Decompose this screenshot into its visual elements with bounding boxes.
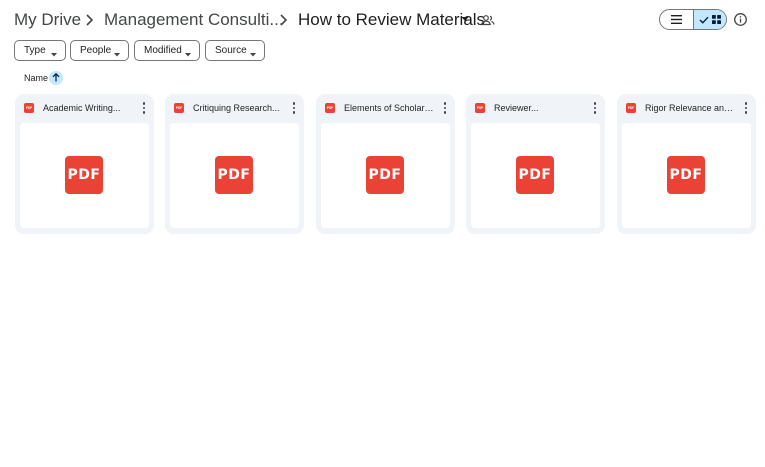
arrow-drop-down-icon — [185, 49, 191, 57]
pdf-icon: PDF — [24, 103, 34, 113]
arrow-drop-down-icon — [114, 49, 120, 57]
pdf-icon: PDF — [325, 103, 335, 113]
pdf-thumbnail-icon: PDF — [215, 156, 253, 194]
file-card-header: PDF Academic Writing... — [15, 94, 154, 122]
file-name: Elements of Scholarl... — [344, 103, 434, 113]
more-vert-icon[interactable] — [744, 102, 748, 114]
pdf-thumbnail-icon: PDF — [516, 156, 554, 194]
pdf-thumbnail-icon: PDF — [65, 156, 103, 194]
chip-label: People — [80, 45, 112, 56]
file-card-header: PDF Critiquing Research... — [165, 94, 304, 122]
file-card[interactable]: PDF Academic Writing... PDF — [15, 94, 154, 234]
filter-people-chip[interactable]: People — [70, 40, 129, 61]
more-vert-icon[interactable] — [593, 102, 597, 114]
file-card[interactable]: PDF Critiquing Research... PDF — [165, 94, 304, 234]
file-thumbnail: PDF — [622, 123, 751, 228]
file-name: Critiquing Research... — [193, 103, 280, 113]
file-name: Academic Writing... — [43, 103, 121, 113]
file-card-header: PDF Elements of Scholarl... — [316, 94, 455, 122]
pdf-icon: PDF — [626, 103, 636, 113]
file-name: Reviewer... — [494, 103, 539, 113]
filter-modified-chip[interactable]: Modified — [134, 40, 200, 61]
file-thumbnail: PDF — [20, 123, 149, 228]
grid-view-icon — [711, 11, 721, 29]
file-card[interactable]: PDF Reviewer... PDF — [466, 94, 605, 234]
breadcrumb-current-folder[interactable]: How to Review Materials — [298, 9, 485, 31]
people-icon — [480, 12, 496, 28]
grid-view-button[interactable] — [692, 10, 726, 29]
arrow-upward-icon — [52, 69, 60, 87]
file-card-header: PDF Rigor Relevance and... — [617, 94, 756, 122]
more-vert-icon[interactable] — [443, 102, 447, 114]
file-thumbnail: PDF — [321, 123, 450, 228]
arrow-drop-down-icon[interactable] — [460, 14, 470, 24]
pdf-thumbnail-icon: PDF — [667, 156, 705, 194]
chip-label: Source — [215, 45, 247, 56]
arrow-drop-down-icon — [250, 49, 256, 57]
info-icon[interactable] — [733, 12, 748, 27]
pdf-icon: PDF — [174, 103, 184, 113]
breadcrumb-my-drive[interactable]: My Drive — [14, 9, 81, 31]
more-vert-icon[interactable] — [142, 102, 146, 114]
file-card-header: PDF Reviewer... — [466, 94, 605, 122]
check-icon — [699, 11, 709, 29]
file-thumbnail: PDF — [471, 123, 600, 228]
breadcrumb: My Drive Management Consulti... How to R… — [0, 0, 765, 40]
pdf-thumbnail-icon: PDF — [366, 156, 404, 194]
chip-label: Modified — [144, 45, 182, 56]
sort-direction-button[interactable] — [49, 71, 63, 85]
view-toggle — [659, 9, 727, 30]
file-thumbnail: PDF — [170, 123, 299, 228]
list-view-icon — [670, 11, 682, 29]
file-card[interactable]: PDF Rigor Relevance and... PDF — [617, 94, 756, 234]
filter-type-chip[interactable]: Type — [14, 40, 66, 61]
chip-label: Type — [24, 45, 46, 56]
arrow-drop-down-icon — [51, 49, 57, 57]
sort-by-name-label[interactable]: Name — [24, 73, 48, 83]
list-view-button[interactable] — [660, 10, 693, 29]
pdf-icon: PDF — [475, 103, 485, 113]
breadcrumb-management-consulting[interactable]: Management Consulti... — [104, 9, 284, 31]
file-name: Rigor Relevance and... — [645, 103, 735, 113]
chevron-right-icon — [82, 11, 96, 29]
chevron-right-icon — [276, 11, 290, 29]
more-vert-icon[interactable] — [292, 102, 296, 114]
file-card[interactable]: PDF Elements of Scholarl... PDF — [316, 94, 455, 234]
filter-source-chip[interactable]: Source — [205, 40, 265, 61]
